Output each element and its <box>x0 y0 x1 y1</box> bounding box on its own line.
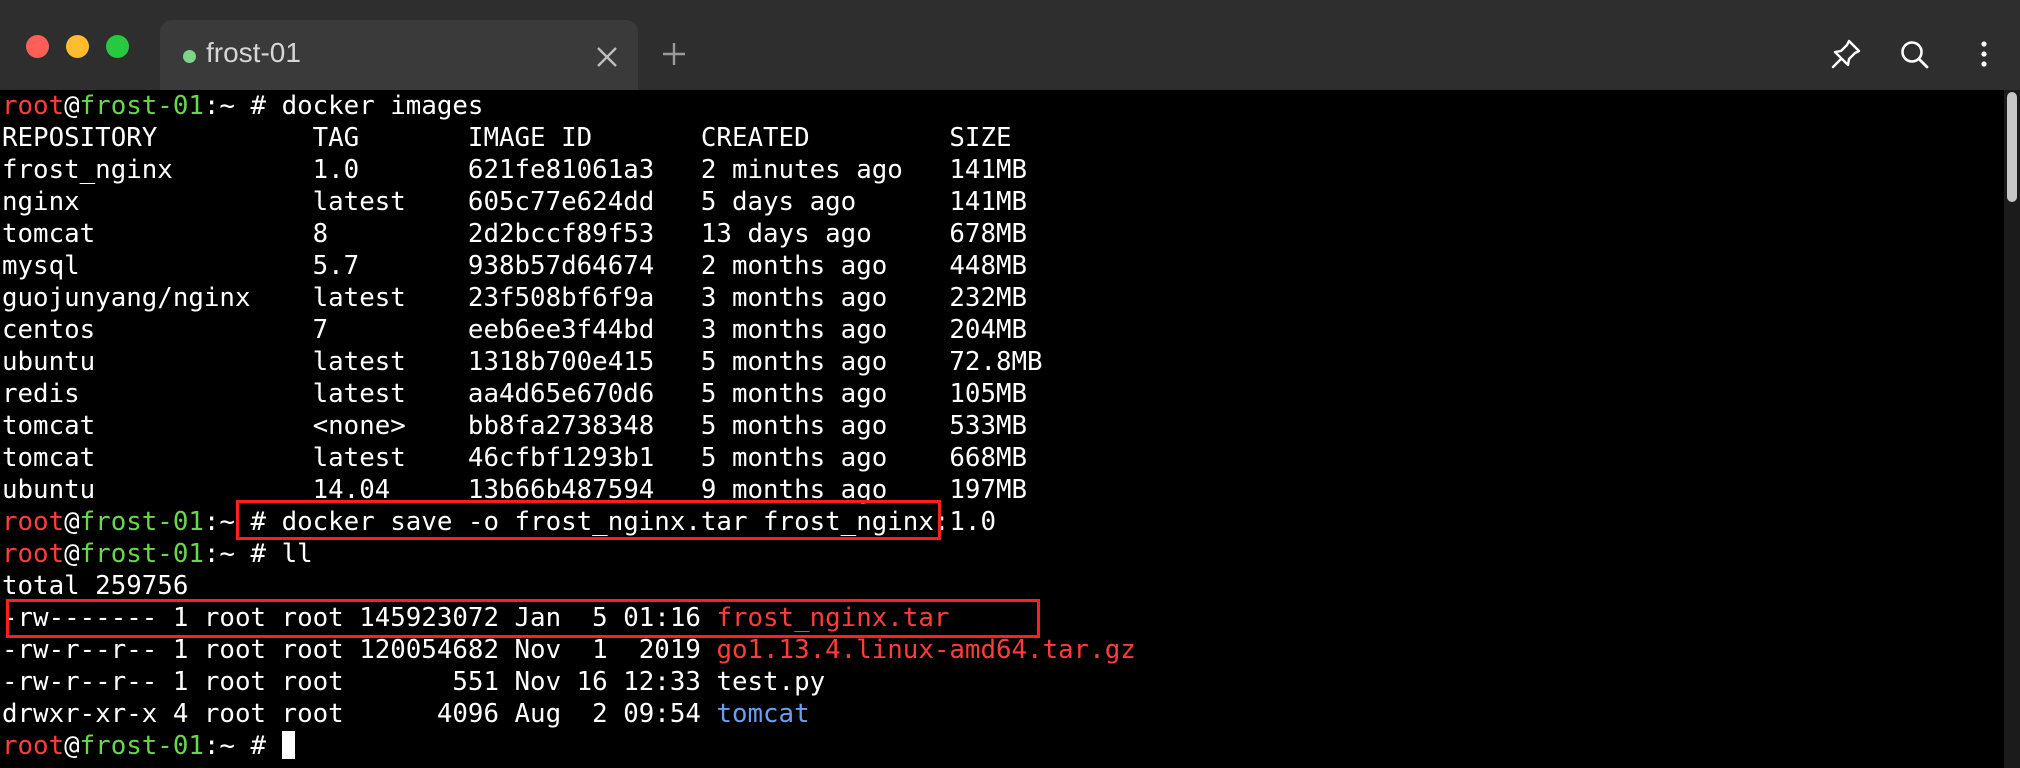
prompt-at: @ <box>64 91 80 121</box>
prompt-host: frost-01 <box>79 731 204 761</box>
images-table-header: REPOSITORY TAG IMAGE ID CREATED SIZE <box>2 123 1012 153</box>
file-meta: drwxr-xr-x 4 root root 4096 Aug 2 09:54 <box>2 699 717 729</box>
prompt-suffix: :~ # <box>203 731 282 761</box>
prompt-line: root@frost-01:~ # ll <box>2 538 313 570</box>
prompt-suffix: :~ # <box>203 91 282 121</box>
search-icon[interactable] <box>1898 38 1930 70</box>
highlight-save-command <box>236 500 941 540</box>
close-icon[interactable] <box>594 44 620 70</box>
file-meta: -rw-r--r-- 1 root root 551 Nov 16 12:33 <box>2 667 717 697</box>
tab-title: frost-01 <box>206 37 301 68</box>
list-item: -rw-r--r-- 1 root root 551 Nov 16 12:33 … <box>2 666 825 698</box>
plus-icon[interactable] <box>660 40 688 68</box>
list-item: drwxr-xr-x 4 root root 4096 Aug 2 09:54 … <box>2 698 810 730</box>
command-text: ll <box>281 539 313 569</box>
table-row: mysql 5.7 938b57d64674 2 months ago 448M… <box>2 251 1028 281</box>
table-row: guojunyang/nginx latest 23f508bf6f9a 3 m… <box>2 283 1028 313</box>
list-item: -rw-r--r-- 1 root root 120054682 Nov 1 2… <box>2 634 1136 666</box>
prompt-suffix: :~ # <box>203 539 282 569</box>
table-row: frost_nginx 1.0 621fe81061a3 2 minutes a… <box>2 155 1028 185</box>
file-meta: -rw-r--r-- 1 root root 120054682 Nov 1 2… <box>2 635 717 665</box>
prompt-host: frost-01 <box>79 539 204 569</box>
ls-total: total 259756 <box>2 571 189 601</box>
scrollbar[interactable] <box>2004 90 2020 768</box>
scrollbar-thumb[interactable] <box>2007 92 2017 202</box>
prompt-host: frost-01 <box>79 507 204 537</box>
prompt-line: root@frost-01:~ # docker images <box>2 90 483 122</box>
prompt-user: root <box>2 539 65 569</box>
highlight-tar-file <box>6 599 1040 638</box>
pin-icon[interactable] <box>1830 38 1862 70</box>
text-cursor <box>281 731 295 759</box>
directory-name: tomcat <box>716 699 810 729</box>
table-row: tomcat <none> bb8fa2738348 5 months ago … <box>2 411 1028 441</box>
prompt-at: @ <box>64 539 80 569</box>
table-row: centos 7 eeb6ee3f44bd 3 months ago 204MB <box>2 315 1028 345</box>
tab-frost-01[interactable]: frost-01 <box>160 20 638 90</box>
prompt-line[interactable]: root@frost-01:~ # <box>2 730 295 762</box>
terminal-output[interactable]: root@frost-01:~ # docker images REPOSITO… <box>0 90 2004 768</box>
terminal-window: frost-01 root@frost-01:~ # docker images… <box>0 0 2020 768</box>
zoom-window-button[interactable] <box>106 35 129 58</box>
prompt-user: root <box>2 91 65 121</box>
file-name: go1.13.4.linux-amd64.tar.gz <box>716 635 1136 665</box>
table-row: nginx latest 605c77e624dd 5 days ago 141… <box>2 187 1028 217</box>
table-row: tomcat latest 46cfbf1293b1 5 months ago … <box>2 443 1028 473</box>
table-row: redis latest aa4d65e670d6 5 months ago 1… <box>2 379 1028 409</box>
more-vertical-icon[interactable] <box>1968 38 2000 70</box>
file-name: test.py <box>716 667 826 697</box>
minimize-window-button[interactable] <box>66 35 89 58</box>
command-text: docker images <box>281 91 484 121</box>
prompt-host: frost-01 <box>79 91 204 121</box>
prompt-at: @ <box>64 731 80 761</box>
close-window-button[interactable] <box>26 35 49 58</box>
title-bar: frost-01 <box>0 0 2020 91</box>
prompt-at: @ <box>64 507 80 537</box>
table-row: tomcat 8 2d2bccf89f53 13 days ago 678MB <box>2 219 1028 249</box>
prompt-user: root <box>2 507 65 537</box>
table-row: ubuntu latest 1318b700e415 5 months ago … <box>2 347 1043 377</box>
prompt-user: root <box>2 731 65 761</box>
connection-status-dot <box>183 50 196 63</box>
